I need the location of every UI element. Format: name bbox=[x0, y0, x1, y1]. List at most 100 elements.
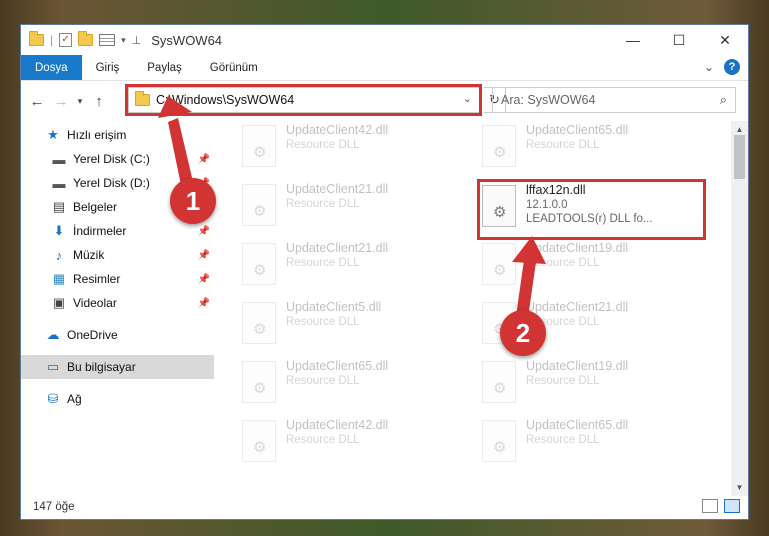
file-name: UpdateClient21.dll bbox=[286, 241, 389, 255]
sidebar-item-label: Videolar bbox=[73, 296, 117, 310]
sidebar-item-label: Hızlı erişim bbox=[67, 128, 127, 142]
music-icon: ♪ bbox=[55, 247, 63, 263]
sidebar-item-pictures[interactable]: ▦ Resimler 📌 bbox=[21, 267, 214, 291]
step-1-badge: 1 bbox=[170, 178, 216, 224]
sidebar-item-label: Yerel Disk (D:) bbox=[73, 176, 150, 190]
computer-icon: ▭ bbox=[46, 359, 60, 374]
file-tile[interactable]: UpdateClient21.dll Resource DLL bbox=[242, 241, 482, 299]
sidebar-item-label: Yerel Disk (C:) bbox=[73, 152, 150, 166]
network-icon: ⛁ bbox=[47, 391, 59, 406]
qa-pin-icon[interactable]: ⊥ bbox=[132, 34, 142, 47]
sidebar-item-network[interactable]: ⛁ Ağ bbox=[21, 387, 214, 411]
step-2-badge: 2 bbox=[500, 310, 546, 356]
document-icon: ▤ bbox=[52, 199, 66, 214]
download-icon: ⬇ bbox=[53, 223, 65, 238]
properties-icon[interactable] bbox=[99, 34, 116, 46]
pin-icon: 📌 bbox=[197, 297, 210, 309]
recent-locations-icon[interactable]: ▾ bbox=[73, 96, 87, 107]
file-name: UpdateClient5.dll bbox=[286, 300, 382, 314]
minimize-button[interactable]: — bbox=[610, 25, 656, 55]
file-name: UpdateClient65.dll bbox=[526, 123, 629, 137]
sidebar-item-this-pc[interactable]: ▭ Bu bilgisayar bbox=[21, 355, 214, 379]
sidebar-item-videos[interactable]: ▣ Videolar 📌 bbox=[21, 291, 214, 315]
pin-icon: 📌 bbox=[197, 249, 210, 261]
file-tile[interactable]: UpdateClient65.dll Resource DLL bbox=[482, 123, 722, 181]
navigation-pane: ★ Hızlı erişim ▬ Yerel Disk (C:) 📌 ▬ Yer… bbox=[21, 121, 214, 496]
file-type: Resource DLL bbox=[286, 198, 360, 210]
file-highlight-box bbox=[477, 179, 706, 240]
cloud-icon: ☁ bbox=[46, 327, 60, 342]
dll-file-icon bbox=[242, 361, 276, 403]
scroll-down-icon[interactable]: ▼ bbox=[731, 479, 748, 496]
ribbon-expand-icon[interactable]: ⌄ bbox=[704, 60, 714, 74]
drive-icon: ▬ bbox=[52, 151, 66, 167]
file-tile[interactable]: UpdateClient65.dll Resource DLL bbox=[482, 418, 722, 476]
dll-file-icon bbox=[242, 302, 276, 344]
pin-icon: 📌 bbox=[197, 153, 210, 165]
file-name: UpdateClient21.dll bbox=[286, 182, 389, 196]
item-count: 147 öğe bbox=[33, 501, 75, 513]
properties-check-icon[interactable]: ✓ bbox=[59, 33, 73, 47]
file-tile[interactable]: UpdateClient42.dll Resource DLL bbox=[242, 418, 482, 476]
drive-icon: ▬ bbox=[52, 175, 66, 191]
help-icon[interactable]: ? bbox=[724, 59, 740, 75]
vertical-scrollbar[interactable]: ▲ ▼ bbox=[731, 121, 748, 496]
file-name: UpdateClient42.dll bbox=[286, 123, 389, 137]
file-type: Resource DLL bbox=[286, 257, 360, 269]
video-icon: ▣ bbox=[52, 295, 66, 310]
dll-file-icon bbox=[482, 420, 516, 462]
file-type: Resource DLL bbox=[286, 139, 360, 151]
sidebar-item-onedrive[interactable]: ☁ OneDrive bbox=[21, 323, 214, 347]
ribbon: Dosya Giriş Paylaş Görünüm ⌄ ? bbox=[21, 55, 748, 81]
sidebar-item-music[interactable]: ♪ Müzik 📌 bbox=[21, 243, 214, 267]
file-type: Resource DLL bbox=[286, 434, 360, 446]
up-button[interactable]: ↑ bbox=[87, 93, 111, 110]
file-tile[interactable]: UpdateClient19.dll Resource DLL bbox=[482, 241, 722, 299]
file-tile[interactable]: UpdateClient19.dll Resource DLL bbox=[482, 359, 722, 417]
pictures-icon: ▦ bbox=[52, 271, 66, 286]
search-icon[interactable]: ⌕ bbox=[720, 92, 727, 108]
pin-icon: 📌 bbox=[197, 225, 210, 237]
maximize-button[interactable]: ☐ bbox=[656, 25, 702, 55]
file-tile[interactable]: UpdateClient5.dll Resource DLL bbox=[242, 300, 482, 358]
address-highlight-box bbox=[125, 84, 482, 116]
separator: | bbox=[50, 33, 54, 47]
folder-icon bbox=[29, 31, 44, 46]
details-view-icon[interactable] bbox=[702, 499, 718, 513]
close-button[interactable]: ✕ bbox=[702, 25, 748, 55]
window-title: SysWOW64 bbox=[151, 32, 223, 48]
sidebar-item-quick-access[interactable]: ★ Hızlı erişim bbox=[21, 123, 214, 147]
tiles-view-icon[interactable] bbox=[724, 499, 740, 513]
sidebar-item-label: İndirmeler bbox=[73, 224, 127, 238]
file-type: Resource DLL bbox=[526, 375, 600, 387]
dll-file-icon bbox=[242, 125, 276, 167]
tab-gorunum[interactable]: Görünüm bbox=[196, 55, 272, 80]
star-icon: ★ bbox=[47, 127, 59, 142]
file-tile[interactable]: UpdateClient42.dll Resource DLL bbox=[242, 123, 482, 181]
file-type: Resource DLL bbox=[526, 139, 600, 151]
dll-file-icon bbox=[242, 184, 276, 226]
qa-dropdown-icon[interactable]: ▾ bbox=[121, 35, 126, 46]
back-button[interactable]: ← bbox=[25, 93, 49, 110]
tab-giris[interactable]: Giriş bbox=[82, 55, 134, 80]
status-bar: 147 öğe bbox=[21, 495, 748, 519]
tab-dosya[interactable]: Dosya bbox=[21, 55, 82, 80]
search-input[interactable]: Ara: SysWOW64 ⌕ bbox=[492, 87, 736, 113]
file-name: UpdateClient42.dll bbox=[286, 418, 389, 432]
sidebar-item-label: Belgeler bbox=[73, 200, 118, 214]
sidebar-item-label: Bu bilgisayar bbox=[67, 360, 136, 374]
tab-paylas[interactable]: Paylaş bbox=[133, 55, 196, 80]
file-name: UpdateClient19.dll bbox=[526, 241, 629, 255]
new-folder-icon[interactable] bbox=[78, 31, 94, 46]
file-type: Resource DLL bbox=[526, 434, 600, 446]
dll-file-icon bbox=[482, 243, 516, 285]
title-bar: | ✓ ▾ ⊥ SysWOW64 — ☐ ✕ bbox=[21, 25, 748, 55]
sidebar-item-local-disk-c[interactable]: ▬ Yerel Disk (C:) 📌 bbox=[21, 147, 214, 171]
file-tile[interactable]: UpdateClient21.dll Resource DLL bbox=[242, 182, 482, 240]
forward-button[interactable]: → bbox=[49, 93, 73, 110]
search-placeholder: Ara: SysWOW64 bbox=[501, 93, 596, 107]
scroll-thumb[interactable] bbox=[734, 135, 745, 179]
pin-icon: 📌 bbox=[197, 273, 210, 285]
dll-file-icon bbox=[242, 243, 276, 285]
file-tile[interactable]: UpdateClient65.dll Resource DLL bbox=[242, 359, 482, 417]
